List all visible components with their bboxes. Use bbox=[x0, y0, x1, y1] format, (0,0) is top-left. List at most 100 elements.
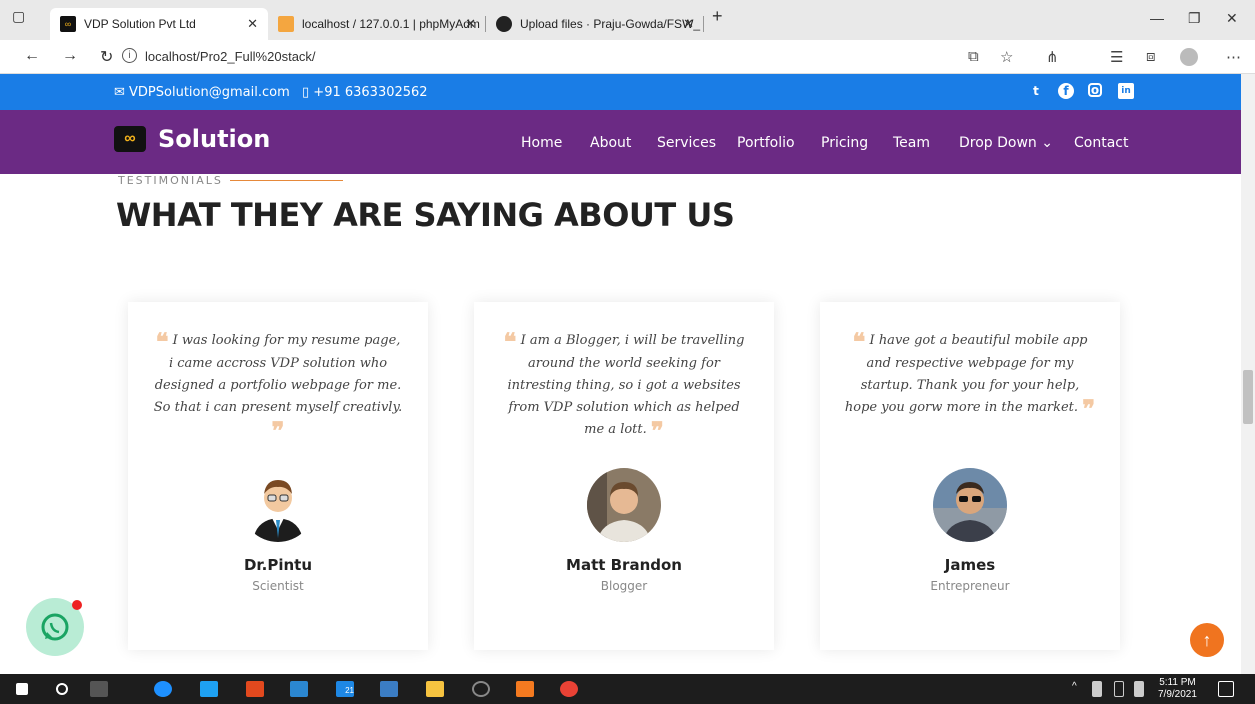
new-tab-icon[interactable]: + bbox=[712, 6, 723, 27]
nav-pricing[interactable]: Pricing bbox=[821, 135, 868, 151]
close-window-icon[interactable]: ✕ bbox=[1226, 10, 1238, 27]
back-to-top-button[interactable]: ↑ bbox=[1190, 623, 1224, 657]
refresh-icon[interactable]: ↻ bbox=[100, 47, 113, 67]
testimonial-name: James bbox=[944, 556, 996, 574]
avatar bbox=[933, 468, 1007, 542]
section-title: WHAT THEY ARE SAYING ABOUT US bbox=[116, 196, 735, 234]
tab-vdp[interactable]: ∞ VDP Solution Pvt Ltd ✕ bbox=[50, 8, 268, 40]
testimonial-name: Dr.Pintu bbox=[243, 556, 313, 574]
profile-avatar[interactable] bbox=[1180, 48, 1198, 66]
tab-phpmyadmin[interactable]: localhost / 127.0.0.1 | phpMyAdm ✕ bbox=[268, 8, 486, 40]
site-info-icon[interactable]: i bbox=[122, 48, 137, 63]
web-page: ✉ VDPSolution@gmail.com ▯ +91 6363302562… bbox=[0, 74, 1241, 674]
notification-dot bbox=[72, 600, 82, 610]
nav-about[interactable]: About bbox=[590, 135, 631, 151]
nav-services[interactable]: Services bbox=[657, 135, 716, 151]
testimonial-name: Matt Brandon bbox=[566, 556, 682, 574]
tab-github[interactable]: Upload files · Praju-Gowda/FSW_ ✕ bbox=[486, 8, 704, 40]
facebook-icon[interactable]: f bbox=[1058, 83, 1074, 99]
scrollbar-thumb[interactable] bbox=[1243, 370, 1253, 424]
quote-close-icon: ❞ bbox=[1082, 394, 1096, 423]
extension-icon[interactable]: ⋔ bbox=[1046, 48, 1059, 66]
logo-text[interactable]: Solution bbox=[158, 125, 270, 153]
chevron-down-icon: ⌄ bbox=[1041, 135, 1053, 151]
phone-link[interactable]: ▯ +91 6363302562 bbox=[302, 85, 428, 100]
tab-title: VDP Solution Pvt Ltd bbox=[84, 17, 196, 31]
favorites-icon[interactable]: ☰ bbox=[1110, 48, 1123, 66]
close-tab-icon[interactable]: ✕ bbox=[683, 16, 694, 32]
edge-icon[interactable] bbox=[154, 681, 172, 697]
email-link[interactable]: ✉ VDPSolution@gmail.com bbox=[114, 85, 290, 100]
xampp-icon[interactable] bbox=[516, 681, 534, 697]
nav-dropdown[interactable]: Drop Down ⌄ bbox=[959, 135, 1053, 151]
section-label: TESTIMONIALS bbox=[118, 174, 223, 187]
address-bar: ← → ↻ i localhost/Pro2_Full%20stack/ ⧉ ☆… bbox=[0, 40, 1255, 74]
quote-close-icon: ❞ bbox=[650, 416, 664, 445]
battery-icon[interactable] bbox=[1114, 681, 1124, 697]
show-hidden-icon[interactable]: ^ bbox=[1072, 681, 1082, 697]
task-view-icon[interactable] bbox=[90, 681, 108, 697]
collections-icon[interactable]: ⧈ bbox=[1146, 48, 1156, 65]
quote-open-icon: ❝ bbox=[503, 327, 517, 356]
testimonial-card: ❝ I am a Blogger, i will be travelling a… bbox=[474, 302, 774, 650]
browser-tab-bar: ▢ ∞ VDP Solution Pvt Ltd ✕ localhost / 1… bbox=[0, 0, 1255, 40]
nav-contact[interactable]: Contact bbox=[1074, 135, 1128, 151]
site-header: ∞ Solution Home About Services Portfolio… bbox=[0, 110, 1241, 174]
tab-actions-icon[interactable]: ▢ bbox=[12, 8, 25, 25]
office-icon[interactable] bbox=[246, 681, 264, 697]
close-tab-icon[interactable]: ✕ bbox=[247, 16, 258, 32]
nav-team[interactable]: Team bbox=[893, 135, 930, 151]
testimonial-role: Blogger bbox=[600, 579, 648, 593]
more-icon[interactable]: ⋯ bbox=[1226, 48, 1241, 66]
forward-icon[interactable]: → bbox=[62, 47, 78, 65]
app-icon[interactable] bbox=[472, 681, 490, 697]
phpmyadmin-favicon-icon bbox=[278, 16, 294, 32]
arrow-up-icon: ↑ bbox=[1202, 630, 1212, 650]
clock-date: 7/9/2021 bbox=[1158, 689, 1197, 700]
notifications-icon[interactable] bbox=[1218, 681, 1234, 697]
quote-open-icon: ❝ bbox=[852, 327, 866, 356]
url-input[interactable]: localhost/Pro2_Full%20stack/ bbox=[145, 49, 316, 64]
close-tab-icon[interactable]: ✕ bbox=[465, 16, 476, 32]
nav-portfolio[interactable]: Portfolio bbox=[737, 135, 795, 151]
calendar-icon[interactable]: 21 bbox=[336, 681, 354, 697]
testimonial-quote: ❝ I have got a beautiful mobile app and … bbox=[844, 327, 1096, 423]
network-icon[interactable] bbox=[1134, 681, 1144, 697]
testimonial-role: Entrepreneur bbox=[930, 579, 1010, 593]
testimonial-card: ❝ I was looking for my resume page, i ca… bbox=[128, 302, 428, 650]
restore-icon[interactable]: ❐ bbox=[1188, 10, 1201, 27]
nav-home[interactable]: Home bbox=[521, 135, 562, 151]
avatar bbox=[241, 468, 315, 542]
favorite-icon[interactable]: ☆ bbox=[1000, 48, 1013, 66]
github-favicon-icon bbox=[496, 16, 512, 32]
quote-open-icon: ❝ bbox=[155, 327, 169, 356]
instagram-icon[interactable]: o bbox=[1088, 83, 1102, 97]
section-divider bbox=[230, 180, 343, 181]
vdp-favicon-icon: ∞ bbox=[60, 16, 76, 32]
twitter-icon[interactable]: t bbox=[1028, 83, 1044, 99]
vscode-icon[interactable] bbox=[290, 681, 308, 697]
testimonial-quote: ❝ I am a Blogger, i will be travelling a… bbox=[503, 327, 745, 445]
search-icon[interactable] bbox=[56, 683, 68, 695]
tab-title: localhost / 127.0.0.1 | phpMyAdm bbox=[302, 17, 480, 31]
system-clock[interactable]: 5:11 PM 7/9/2021 bbox=[1158, 677, 1197, 701]
back-icon[interactable]: ← bbox=[24, 47, 40, 65]
testimonial-quote: ❝ I was looking for my resume page, i ca… bbox=[153, 327, 403, 445]
read-aloud-icon[interactable]: ⧉ bbox=[968, 48, 979, 65]
avatar bbox=[587, 468, 661, 542]
phone-icon: ▯ bbox=[302, 85, 314, 100]
tray-icon[interactable] bbox=[1092, 681, 1102, 697]
testimonial-card: ❝ I have got a beautiful mobile app and … bbox=[820, 302, 1120, 650]
windows-start-icon[interactable] bbox=[16, 683, 28, 695]
mail-icon[interactable] bbox=[200, 681, 218, 697]
file-explorer-icon[interactable] bbox=[426, 681, 444, 697]
testimonial-role: Scientist bbox=[252, 579, 304, 593]
clock-time: 5:11 PM bbox=[1159, 677, 1196, 688]
logo-icon[interactable]: ∞ bbox=[114, 126, 146, 152]
contact-topbar: ✉ VDPSolution@gmail.com ▯ +91 6363302562… bbox=[0, 74, 1241, 110]
minimize-icon[interactable]: — bbox=[1150, 10, 1164, 26]
linkedin-icon[interactable]: in bbox=[1118, 83, 1134, 99]
chrome-icon[interactable] bbox=[560, 681, 578, 697]
windows-taskbar: 21 ^ 5:11 PM 7/9/2021 bbox=[0, 674, 1255, 704]
store-icon[interactable] bbox=[380, 681, 398, 697]
